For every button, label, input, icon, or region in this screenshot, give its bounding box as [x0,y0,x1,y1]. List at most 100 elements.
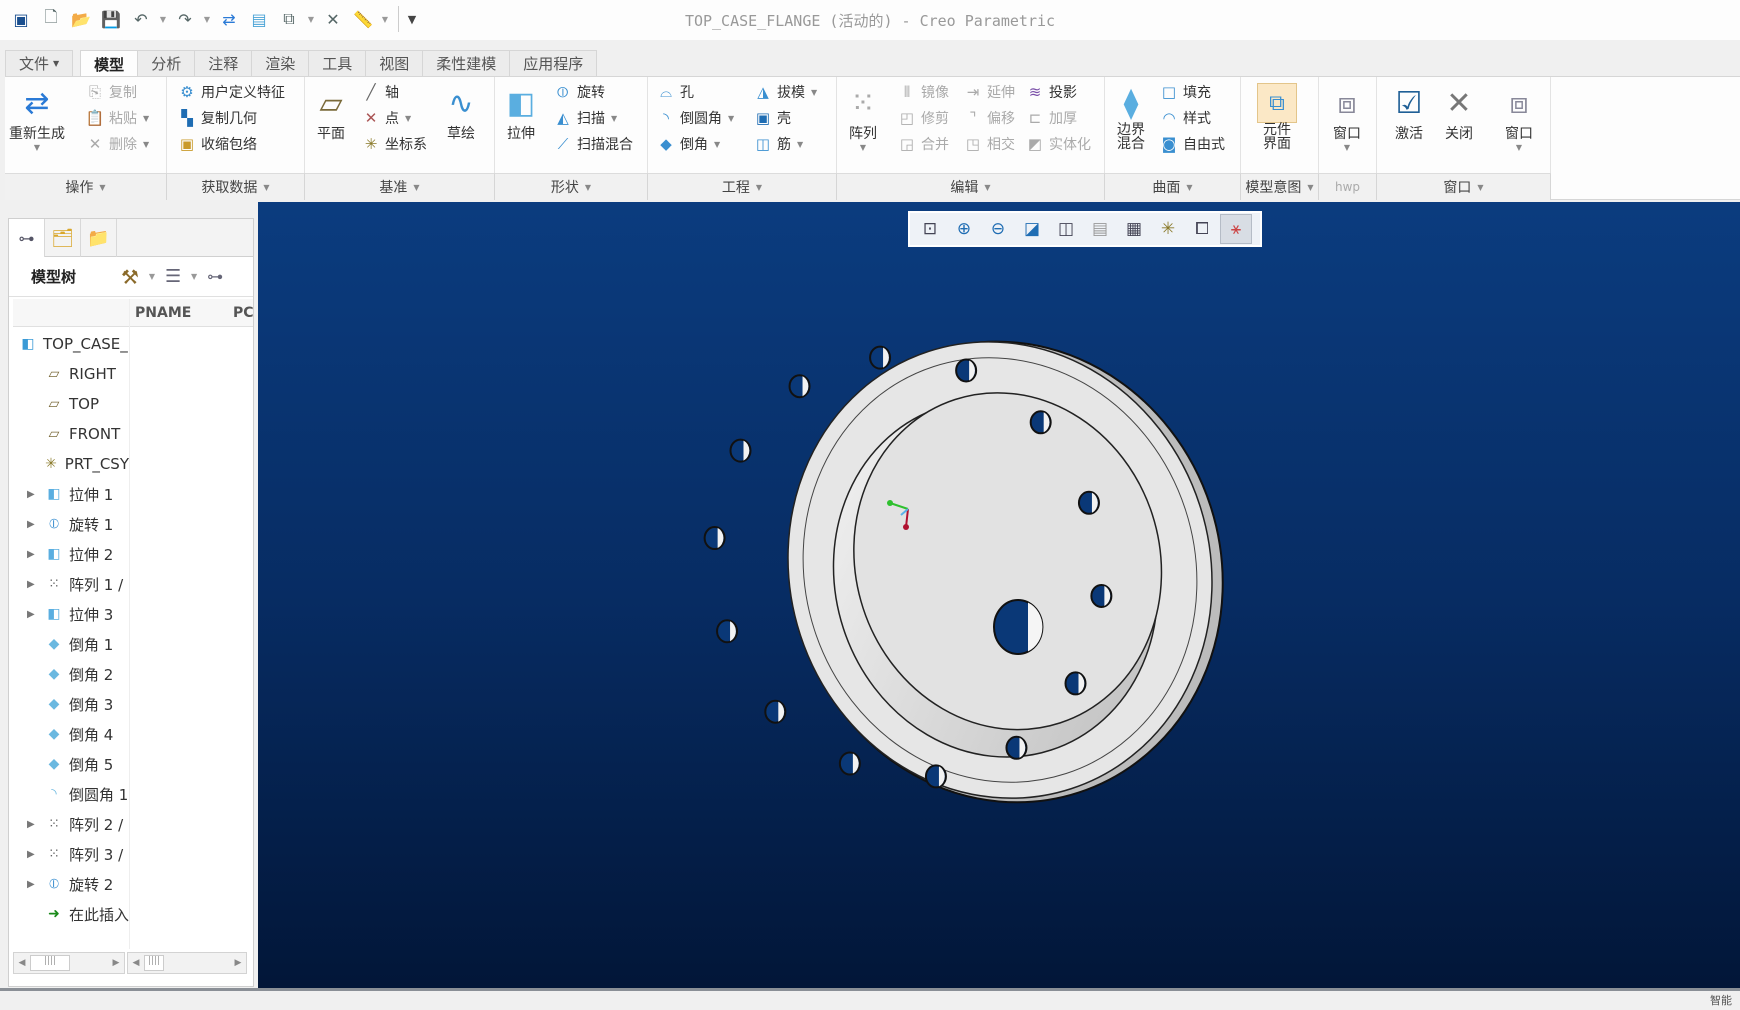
udf-button[interactable]: ⚙ 用户定义特征 [177,79,285,105]
tab-applications[interactable]: 应用程序 [509,50,598,76]
chevron-down-icon[interactable]: ▼ [147,272,157,281]
csys-button[interactable]: ✳ 坐标系 [361,131,427,157]
scroll-left-icon[interactable]: ◀ [128,958,144,968]
column-header-pname[interactable]: PNAME [135,305,191,321]
tree-item[interactable]: ▶ ⦶ 旋转 2 [9,869,129,899]
sweep-button[interactable]: ◭ 扫描 ▼ [553,105,617,131]
settings-icon[interactable]: ⚒ [121,265,139,289]
group-label-operations[interactable]: 操作 ▼ [5,173,167,200]
component-interface-button[interactable]: ⧉ 元件界面 [1257,83,1297,151]
scroll-thumb[interactable]: |||| [144,955,164,971]
scroll-right-icon[interactable]: ▶ [230,958,246,968]
copy-geometry-button[interactable]: ▚ 复制几何 [177,105,257,131]
pattern-button[interactable]: ⁙ 阵列 ▼ [843,83,883,153]
scroll-thumb[interactable]: |||| [30,955,70,971]
tree-item[interactable]: ◆ 倒角 2 [9,659,129,689]
activate-button[interactable]: ☑ 激活 [1389,83,1429,143]
tree-item[interactable]: ✳ PRT_CSY [9,449,129,479]
hwp-window-button[interactable]: ⧈ 窗口 ▼ [1327,83,1367,153]
horizontal-scrollbar-left[interactable]: ◀ |||| ▶ [13,952,125,974]
scroll-left-icon[interactable]: ◀ [14,958,30,968]
intersect-button[interactable]: ◳ 相交 [963,131,1015,157]
trim-button[interactable]: ◰ 修剪 [897,105,949,131]
tab-analysis[interactable]: 分析 [137,50,196,76]
flange-model[interactable] [258,202,1740,988]
tree-item[interactable]: ◆ 倒角 1 [9,629,129,659]
thicken-button[interactable]: ⊏ 加厚 [1025,105,1077,131]
rib-button[interactable]: ◫ 筋 ▼ [753,131,803,157]
tab-file[interactable]: 文件 ▼ [5,50,74,76]
tab-folder-browser[interactable]: 🗂 [45,219,81,257]
group-label-surfaces[interactable]: 曲面 ▼ [1105,173,1241,200]
tree-item[interactable]: ▱ FRONT [9,419,129,449]
chevron-down-icon[interactable]: ▼ [189,272,199,281]
expand-arrow-icon[interactable]: ▶ [27,849,43,860]
windows-button[interactable]: ⧈ 窗口 ▼ [1499,83,1539,153]
scroll-right-icon[interactable]: ▶ [108,958,124,968]
expand-arrow-icon[interactable]: ▶ [27,519,43,530]
group-label-model-intent[interactable]: 模型意图 ▼ [1241,173,1319,200]
boundary-blend-button[interactable]: ⧫ 边界混合 [1111,83,1151,152]
axis-button[interactable]: ╱ 轴 [361,79,399,105]
chamfer-button[interactable]: ◆ 倒角 ▼ [656,131,720,157]
group-label-shapes[interactable]: 形状 ▼ [495,173,648,200]
draft-button[interactable]: ◮ 拔模 ▼ [753,79,817,105]
show-icon[interactable]: ☰ [165,266,181,287]
shell-button[interactable]: ▣ 壳 [753,105,791,131]
regenerate-button[interactable]: ⇄ 重新生成 ▼ [9,83,65,153]
delete-button[interactable]: ✕ 删除 ▼ [85,131,149,157]
expand-arrow-icon[interactable]: ▶ [27,879,43,890]
tab-render[interactable]: 渲染 [251,50,310,76]
tree-item[interactable]: ▱ TOP [9,389,129,419]
revolve-button[interactable]: ⦶ 旋转 [553,79,605,105]
expand-arrow-icon[interactable]: ▶ [27,819,43,830]
tree-item[interactable]: ▶ ⁙ 阵列 1 / [9,569,129,599]
offset-button[interactable]: ⌝ 偏移 [963,105,1015,131]
tree-item[interactable]: ◆ 倒角 4 [9,719,129,749]
tab-view[interactable]: 视图 [365,50,424,76]
point-button[interactable]: ✕ 点 ▼ [361,105,411,131]
tree-item[interactable]: ▶ ⁙ 阵列 2 / [9,809,129,839]
project-button[interactable]: ≋ 投影 [1025,79,1077,105]
freestyle-button[interactable]: ◙ 自由式 [1159,131,1225,157]
paste-button[interactable]: 📋 粘贴 ▼ [85,105,150,131]
merge-button[interactable]: ◲ 合并 [897,131,949,157]
shrinkwrap-button[interactable]: ▣ 收缩包络 [177,131,257,157]
graphics-window[interactable]: ⊡ ⊕ ⊖ ◪ ◫ ▤ ▦ ✳ ⧠ ⚹ [258,202,1740,988]
tree-item[interactable]: ▶ ⦶ 旋转 1 [9,509,129,539]
expand-arrow-icon[interactable]: ▶ [27,609,43,620]
group-label-editing[interactable]: 编辑 ▼ [837,173,1105,200]
mirror-button[interactable]: ⫴ 镜像 [897,79,949,105]
tree-item[interactable]: ◝ 倒圆角 1 [9,779,129,809]
sketch-button[interactable]: ∿ 草绘 [441,83,481,143]
column-header-pc[interactable]: PC [233,305,254,321]
tree-item[interactable]: ◧ TOP_CASE_ [9,329,129,359]
expand-arrow-icon[interactable]: ▶ [27,489,43,500]
tree-item[interactable]: ◆ 倒角 5 [9,749,129,779]
group-label-get-data[interactable]: 获取数据 ▼ [167,173,305,200]
copy-button[interactable]: ⎘ 复制 [85,79,137,105]
group-label-engineering[interactable]: 工程 ▼ [648,173,837,200]
round-button[interactable]: ◝ 倒圆角 ▼ [656,105,734,131]
tab-annotate[interactable]: 注释 [194,50,253,76]
tab-flexible-modeling[interactable]: 柔性建模 [422,50,511,76]
style-button[interactable]: ◠ 样式 [1159,105,1211,131]
tree-item[interactable]: ▶ ◧ 拉伸 2 [9,539,129,569]
tree-item[interactable]: ▶ ⁙ 阵列 3 / [9,839,129,869]
hole-button[interactable]: ⌓ 孔 [656,79,694,105]
tree-item[interactable]: ➜ 在此插入 [9,899,129,929]
extrude-button[interactable]: ◧ 拉伸 [501,83,541,143]
group-label-datum[interactable]: 基准 ▼ [305,173,495,200]
fill-button[interactable]: □ 填充 [1159,79,1211,105]
tab-model[interactable]: 模型 [80,50,139,77]
group-label-window[interactable]: 窗口 ▼ [1377,173,1551,200]
solidify-button[interactable]: ◩ 实体化 [1025,131,1091,157]
tree-filter-icon[interactable]: ⊶ [207,267,223,286]
expand-arrow-icon[interactable]: ▶ [27,549,43,560]
expand-arrow-icon[interactable]: ▶ [27,579,43,590]
close-button[interactable]: ✕ 关闭 [1439,83,1479,143]
tab-favorites[interactable]: 📁 [81,219,117,257]
tree-item[interactable]: ◆ 倒角 3 [9,689,129,719]
horizontal-scrollbar-right[interactable]: ◀ |||| ▶ [127,952,247,974]
swept-blend-button[interactable]: ⟋ 扫描混合 [553,131,633,157]
